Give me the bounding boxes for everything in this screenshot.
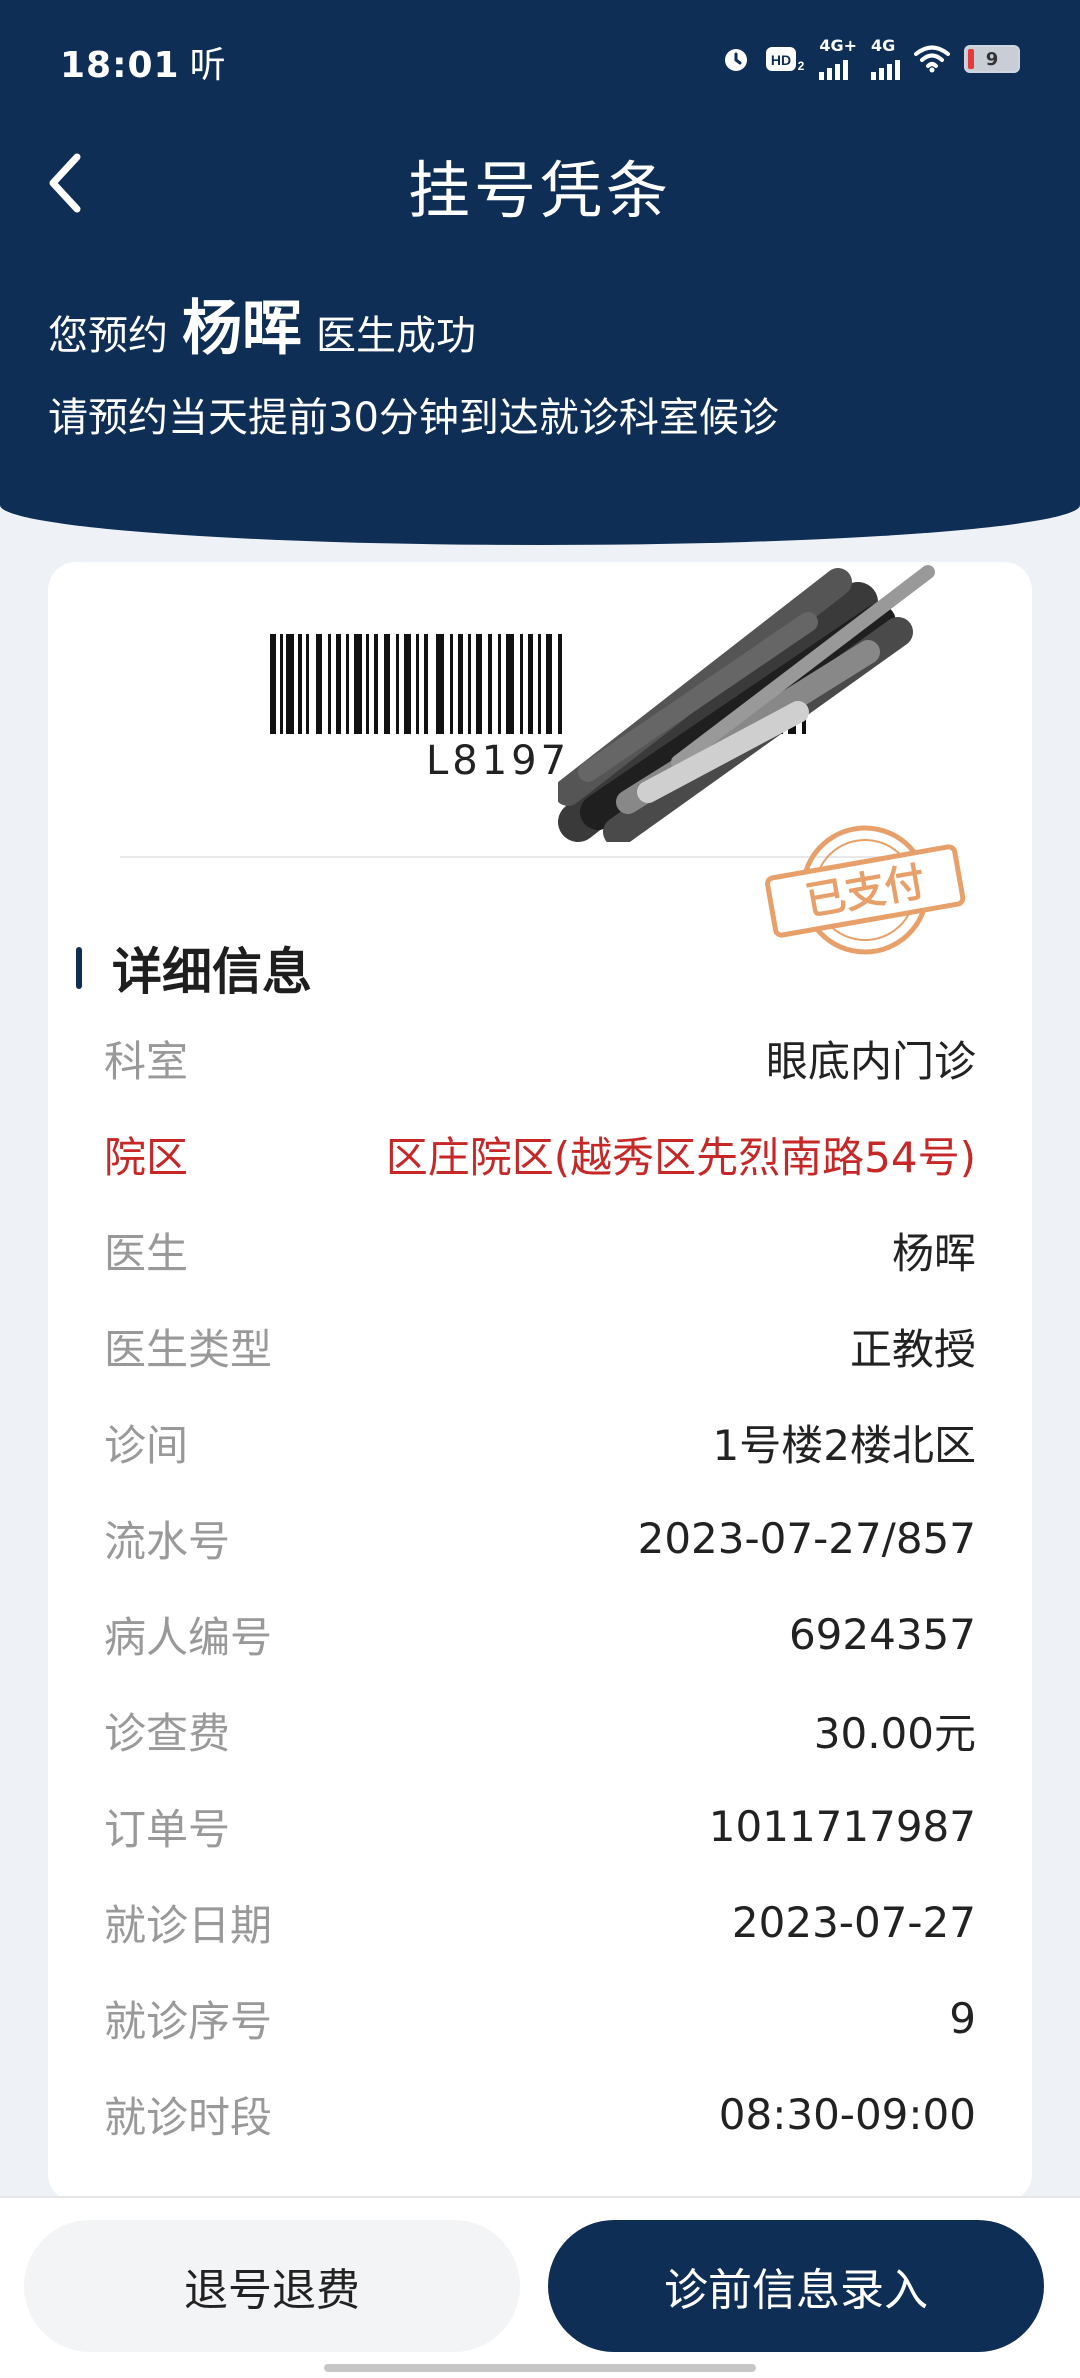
page-title: 挂号凭条 <box>407 154 672 227</box>
status-time: 18:01 听 <box>60 45 227 86</box>
signal-4g-plus-icon: 4G+ <box>819 38 857 80</box>
listen-indicator: 听 <box>189 45 227 86</box>
home-indicator[interactable] <box>324 2364 756 2372</box>
detail-row-visit-sequence: 就诊序号 9 <box>104 1993 976 2046</box>
hd-icon: HD 2 <box>765 45 805 73</box>
battery-icon: 9 <box>964 45 1020 73</box>
signal-4g-icon: 4G <box>871 38 900 80</box>
detail-row-visit-date: 就诊日期 2023-07-27 <box>104 1897 976 1950</box>
detail-row-fee: 诊查费 30.00元 <box>104 1708 976 1758</box>
paid-stamp: 已支付 <box>765 825 966 955</box>
pre-visit-info-button[interactable]: 诊前信息录入 <box>548 2220 1044 2352</box>
details-list: 科室 眼底内门诊 院区 区庄院区(越秀区先烈南路54号) 医生 杨晖 医生类型 … <box>104 1010 976 2162</box>
detail-row-patient-id: 病人编号 6924357 <box>104 1609 976 1662</box>
bottom-action-bar: 退号退费 诊前信息录入 <box>0 2196 1080 2378</box>
detail-row-order-number: 订单号 1011717987 <box>104 1801 976 1854</box>
barcode-number: L81​97 <box>426 738 571 784</box>
doctor-name: 杨晖 <box>182 294 302 364</box>
success-message: 您预约 杨晖 医生成功 <box>48 280 476 367</box>
redaction-scribble <box>558 565 935 842</box>
detail-row-campus: 院区 区庄院区(越秀区先烈南路54号) <box>104 1132 976 1182</box>
arrival-notice: 请预约当天提前30分钟到达就诊科室候诊 <box>48 395 779 441</box>
ticket-card: L81​97 已支付 详细信息 科室 眼底内门诊 院区 <box>48 562 1032 2202</box>
detail-row-doctor: 医生 杨晖 <box>104 1228 976 1278</box>
detail-row-department: 科室 眼底内门诊 <box>104 1036 976 1086</box>
status-bar: 18:01 听 HD 2 4G+ 4G 9 <box>0 0 1080 110</box>
status-icons: HD 2 4G+ 4G 9 <box>721 38 1020 80</box>
svg-text:2: 2 <box>798 59 805 73</box>
detail-row-visit-time: 就诊时段 08:30-09:00 <box>104 2089 976 2142</box>
details-section-title: 详细信息 <box>76 932 312 1004</box>
section-accent-bar <box>76 947 82 989</box>
wifi-icon <box>914 45 950 73</box>
alarm-icon <box>721 44 751 74</box>
svg-text:HD: HD <box>771 52 791 68</box>
refund-button[interactable]: 退号退费 <box>24 2220 520 2352</box>
detail-row-doctor-type: 医生类型 正教授 <box>104 1324 976 1374</box>
header-banner: 18:01 听 HD 2 4G+ 4G 9 挂号凭条 您预约 杨晖 医生成功 请… <box>0 0 1080 545</box>
detail-row-serial-number: 流水号 2023-07-27/857 <box>104 1513 976 1566</box>
detail-row-clinic-room: 诊间 1号楼2楼北区 <box>104 1420 976 1470</box>
